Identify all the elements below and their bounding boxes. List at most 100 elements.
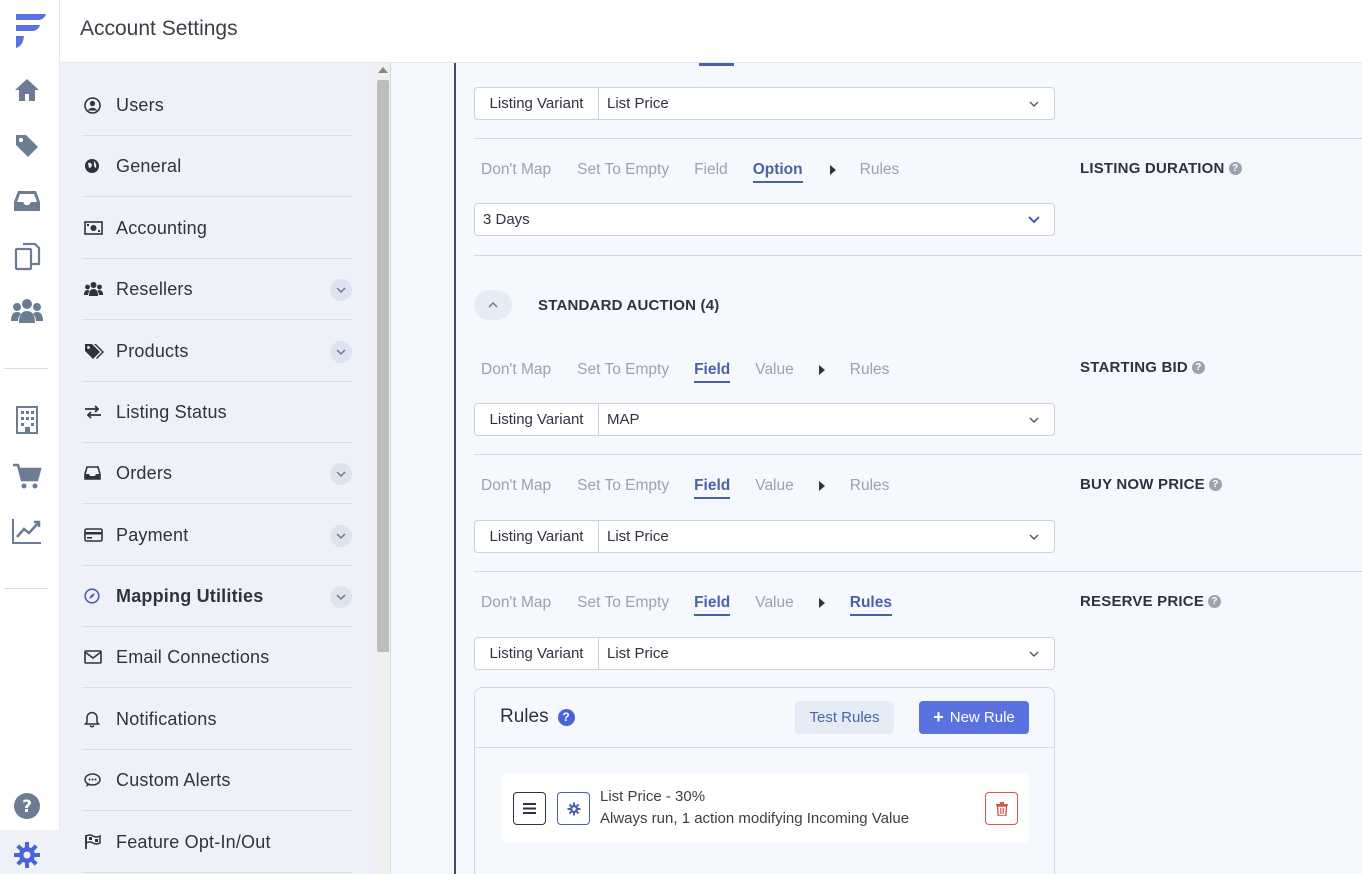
menu-item-label: Orders (116, 462, 173, 483)
tab-underline (699, 63, 734, 66)
settings-menu: Users General Accounting Resellers Produ… (60, 63, 375, 874)
money-icon (84, 218, 108, 238)
tab-set-empty[interactable]: Set To Empty (577, 361, 669, 379)
tab-value[interactable]: Value (755, 477, 794, 495)
caret-right-icon (829, 165, 836, 175)
help-icon[interactable]: ? (1208, 595, 1222, 608)
menu-item-payment[interactable]: Payment (82, 505, 352, 566)
divider (474, 138, 1362, 139)
tab-value[interactable]: Value (755, 361, 794, 379)
documents-icon[interactable] (10, 240, 44, 274)
standard-auction-section: STANDARD AUCTION (4) (474, 290, 720, 320)
tab-dont-map[interactable]: Don't Map (481, 594, 551, 612)
starting-bid-select[interactable]: Listing Variant MAP (474, 403, 1055, 436)
home-icon[interactable] (10, 73, 44, 107)
envelope-icon (84, 647, 108, 667)
cart-icon[interactable] (10, 459, 44, 493)
tab-dont-map[interactable]: Don't Map (481, 477, 551, 495)
tab-dont-map[interactable]: Don't Map (481, 161, 551, 179)
help-icon[interactable]: ? (557, 708, 575, 726)
gear-icon[interactable] (10, 838, 44, 872)
inbox-icon[interactable] (10, 184, 44, 218)
chevron-down-icon[interactable] (330, 586, 352, 608)
caret-right-icon (818, 481, 825, 491)
tab-set-empty[interactable]: Set To Empty (577, 594, 669, 612)
reserve-price-select[interactable]: Listing Variant List Price (474, 637, 1055, 670)
tab-option[interactable]: Option (752, 161, 803, 183)
menu-item-listing-status[interactable]: Listing Status (82, 382, 352, 443)
menu-item-feature-opt-in-out[interactable]: Feature Opt-In/Out (82, 812, 352, 873)
tab-set-empty[interactable]: Set To Empty (577, 477, 669, 495)
chevron-down-icon[interactable] (330, 525, 352, 547)
tab-field[interactable]: Field (694, 161, 728, 179)
menu-item-accounting[interactable]: Accounting (82, 198, 352, 259)
tab-rules[interactable]: Rules (850, 361, 890, 379)
mapping-content: Listing Variant List Price Don't Map Set… (392, 63, 1362, 874)
inbox-icon (84, 463, 108, 483)
chart-icon[interactable] (10, 514, 44, 548)
new-rule-button[interactable]: + New Rule (919, 701, 1029, 734)
top-mapping-select[interactable]: Listing Variant List Price (474, 87, 1055, 120)
chevron-down-icon (1014, 215, 1054, 224)
help-icon[interactable]: ? (10, 789, 44, 823)
rules-title: Rules? (500, 706, 575, 728)
exchange-icon (84, 402, 108, 422)
tag-icon[interactable] (10, 129, 44, 163)
user-circle-icon (84, 95, 108, 115)
chevron-down-icon[interactable] (330, 463, 352, 485)
menu-item-resellers[interactable]: Resellers (82, 259, 352, 320)
starting-bid-map-tabs: Don't Map Set To Empty Field Value Rules (481, 358, 890, 383)
menu-item-users[interactable]: Users (82, 75, 352, 136)
reserve-price-map-tabs: Don't Map Set To Empty Field Value Rules (481, 591, 893, 616)
menu-item-notifications[interactable]: Notifications (82, 689, 352, 750)
menu-item-orders[interactable]: Orders (82, 443, 352, 504)
menu-scrollbar[interactable] (375, 63, 391, 874)
building-icon[interactable] (10, 403, 44, 437)
tab-rules[interactable]: Rules (849, 594, 893, 616)
test-rules-button[interactable]: Test Rules (795, 701, 894, 734)
help-icon[interactable]: ? (1208, 478, 1222, 491)
menu-item-general[interactable]: General (82, 136, 352, 197)
menu-item-email-connections[interactable]: Email Connections (82, 627, 352, 688)
buy-now-price-label: BUY NOW PRICE? (1080, 476, 1222, 493)
tab-field[interactable]: Field (694, 361, 731, 383)
scroll-thumb[interactable] (377, 80, 389, 652)
caret-right-icon (818, 365, 825, 375)
section-indicator-line (454, 63, 456, 874)
trash-icon[interactable] (985, 792, 1018, 825)
chevron-up-icon[interactable] (474, 290, 512, 320)
menu-item-label: Resellers (116, 278, 193, 299)
icon-rail: ? (0, 0, 60, 874)
help-icon[interactable]: ? (1191, 361, 1205, 374)
duration-select[interactable]: 3 Days (474, 203, 1055, 236)
credit-card-icon (84, 525, 108, 545)
select-value: 3 Days (483, 211, 530, 228)
chevron-down-icon[interactable] (330, 279, 352, 301)
scroll-up-arrow-icon[interactable] (378, 67, 388, 73)
chevron-down-icon[interactable] (330, 341, 352, 363)
select-value: MAP (607, 411, 640, 428)
globe-icon (84, 156, 108, 176)
tags-icon (84, 341, 108, 361)
tab-rules[interactable]: Rules (860, 161, 900, 179)
menu-item-label: Users (116, 94, 165, 115)
tab-field[interactable]: Field (694, 477, 731, 499)
rule-title: List Price - 30% (600, 788, 706, 805)
tab-field[interactable]: Field (694, 594, 731, 616)
divider (474, 571, 1362, 572)
tab-rules[interactable]: Rules (850, 477, 890, 495)
menu-item-mapping-utilities[interactable]: Mapping Utilities (82, 566, 352, 627)
menu-item-custom-alerts[interactable]: Custom Alerts (82, 750, 352, 811)
tab-set-empty[interactable]: Set To Empty (577, 161, 669, 179)
app-header: Account Settings (60, 0, 1362, 63)
tab-dont-map[interactable]: Don't Map (481, 361, 551, 379)
help-icon[interactable]: ? (1228, 162, 1242, 175)
buy-now-price-select[interactable]: Listing Variant List Price (474, 520, 1055, 553)
tab-value[interactable]: Value (755, 594, 794, 612)
users-icon[interactable] (10, 294, 44, 328)
rule-settings-gear-icon[interactable] (557, 792, 590, 825)
plus-icon: + (933, 707, 944, 727)
menu-item-products[interactable]: Products (82, 321, 352, 382)
drag-handle-icon[interactable] (513, 792, 546, 825)
logo-icon[interactable] (10, 10, 50, 50)
